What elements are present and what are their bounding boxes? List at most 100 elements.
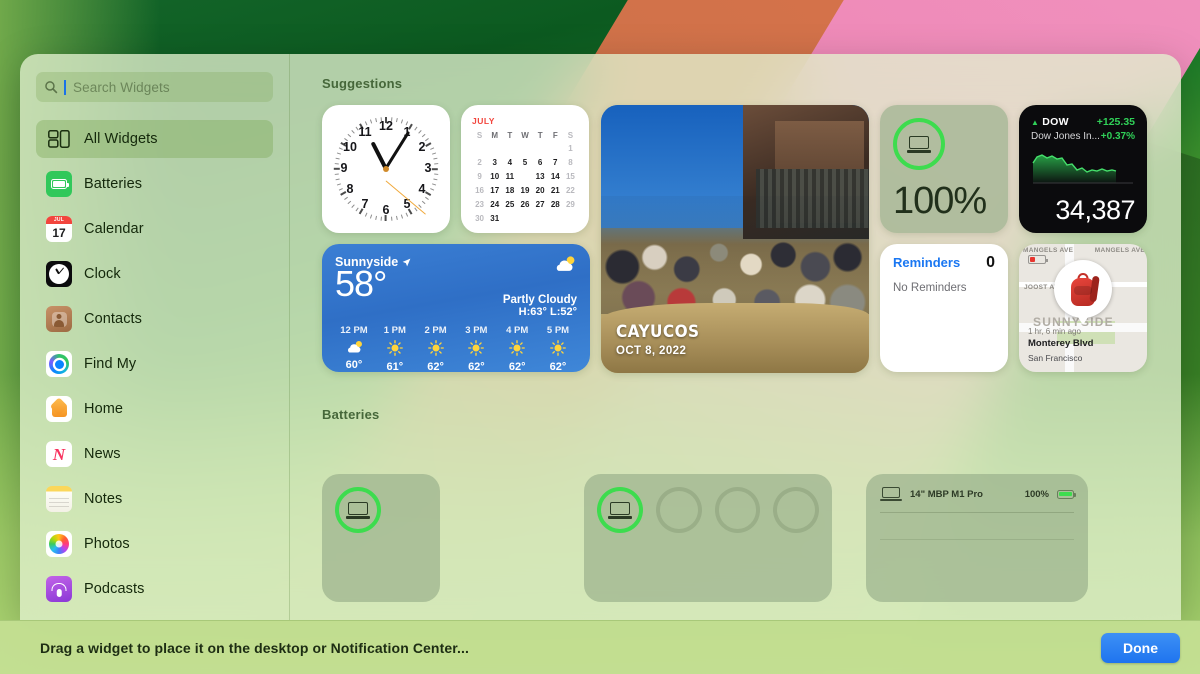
calendar-day-cell[interactable]: 30	[472, 213, 487, 224]
sidebar-item-find-my[interactable]: Find My	[36, 345, 273, 383]
weather-high-low: H:63° L:52°	[518, 306, 577, 318]
calendar-day-cell[interactable]: 20	[533, 185, 548, 196]
calendar-day-cell[interactable]: 17	[487, 185, 502, 196]
calendar-day-cell[interactable]: 28	[548, 199, 563, 210]
sunny-icon	[457, 340, 495, 358]
podcasts-app-icon	[46, 576, 72, 602]
calendar-day-cell[interactable]: 29	[563, 199, 578, 210]
weather-current-temp: 58°	[335, 263, 387, 304]
calendar-day-cell[interactable]: 9	[472, 171, 487, 182]
sidebar-item-label: Home	[84, 401, 124, 417]
map-location-pin	[1054, 260, 1112, 325]
calendar-day-cell[interactable]: 1	[563, 143, 578, 154]
battery-widget[interactable]: 100%	[880, 105, 1008, 233]
section-title-batteries: Batteries	[322, 407, 380, 422]
map-info-block: 1 hr, 6 min ago Monterey Blvd San Franci…	[1028, 327, 1138, 363]
calendar-day-cell[interactable]: 24	[487, 199, 502, 210]
photo-caption: CAYUCOS OCT 8, 2022	[616, 322, 709, 357]
stocks-widget[interactable]: ▲ DOW +125.35 Dow Jones In... +0.37% 34,…	[1019, 105, 1147, 233]
calendar-day-cell[interactable]: 26	[517, 199, 532, 210]
battery-widget-medium[interactable]	[584, 474, 832, 602]
battery-device-percent: 100%	[1024, 488, 1049, 500]
weather-hour-time: 3 PM	[465, 325, 488, 336]
maps-widget[interactable]: MANGELS AVE MANGELS AVE JOOST AVE SUNNYS…	[1019, 244, 1147, 372]
widget-content-area[interactable]: Suggestions 12 2 3 4 5 6 7 8 9 10 11 JUL…	[290, 54, 1181, 620]
calendar-day-cell[interactable]: 11	[502, 171, 517, 182]
weather-hour: 1 PM 61°	[376, 325, 414, 372]
sidebar-item-photos[interactable]: Photos	[36, 525, 273, 563]
weather-hour-temp: 61°	[386, 361, 404, 372]
calendar-day-cell[interactable]: 3	[487, 157, 502, 168]
battery-widget-small[interactable]	[322, 474, 440, 602]
calendar-day-cell[interactable]: 6	[533, 157, 548, 168]
calendar-day-cell[interactable]: 14	[548, 171, 563, 182]
calendar-day-cell[interactable]: 21	[548, 185, 563, 196]
photos-widget[interactable]: CAYUCOS OCT 8, 2022	[601, 105, 869, 373]
map-timestamp: 1 hr, 6 min ago	[1028, 327, 1081, 336]
calendar-day-cell[interactable]: 15	[563, 171, 578, 182]
stocks-symbol-label: DOW	[1042, 116, 1069, 128]
done-button[interactable]: Done	[1101, 632, 1180, 663]
reminders-widget[interactable]: Reminders 0 No Reminders	[880, 244, 1008, 372]
calendar-day-cell[interactable]: 31	[487, 213, 502, 224]
partly-cloudy-icon	[335, 340, 373, 356]
calendar-blank-cell	[472, 143, 487, 154]
stocks-name: Dow Jones In...	[1031, 131, 1100, 142]
sidebar-item-label: Contacts	[84, 311, 143, 327]
sidebar-item-clock[interactable]: Clock	[36, 255, 273, 293]
calendar-day-cell[interactable]: 10	[487, 171, 502, 182]
calendar-day-cell[interactable]: 16	[472, 185, 487, 196]
divider	[880, 512, 1074, 513]
calendar-day-cell[interactable]: 5	[517, 157, 532, 168]
calendar-weekday-header: M	[491, 131, 499, 140]
grid-column-3: 100% Reminders 0 No Reminders	[880, 105, 1008, 372]
clock-minute-hand	[384, 130, 411, 170]
sidebar-item-contacts[interactable]: Contacts	[36, 300, 273, 338]
calendar-widget[interactable]: JULY S M T W T F S 1 2 3 4 5 6 7 8 9 10 11 12 13 14 15 16 17 18 1…	[461, 105, 589, 233]
weather-hour-temp: 62°	[468, 361, 485, 372]
battery-widget-large[interactable]: 14" MBP M1 Pro 100%	[866, 474, 1088, 602]
sidebar-item-all-widgets[interactable]: All Widgets	[36, 120, 273, 158]
widget-sidebar: Search Widgets All Widgets Batteries JUL…	[20, 54, 290, 620]
all-widgets-icon	[46, 126, 72, 152]
search-widgets-field[interactable]: Search Widgets	[36, 72, 273, 102]
sidebar-item-batteries[interactable]: Batteries	[36, 165, 273, 203]
calendar-day-cell[interactable]: 27	[533, 199, 548, 210]
sidebar-item-calendar[interactable]: JUL 17 Calendar	[36, 210, 273, 248]
calendar-day-cell[interactable]: 18	[502, 185, 517, 196]
widget-gallery-panel: Search Widgets All Widgets Batteries JUL…	[20, 54, 1181, 620]
divider	[880, 539, 1074, 540]
sidebar-item-notes[interactable]: Notes	[36, 480, 273, 518]
battery-ring	[597, 487, 643, 533]
sidebar-item-label: Notes	[84, 491, 123, 507]
clock-number: 9	[340, 161, 348, 175]
calendar-day-cell[interactable]: 25	[502, 199, 517, 210]
sidebar-item-label: Calendar	[84, 221, 144, 237]
batteries-app-icon	[46, 171, 72, 197]
calendar-day-cell[interactable]: 13	[533, 171, 548, 182]
calendar-weekday-header: T	[507, 131, 513, 140]
weather-hour-temp: 60°	[345, 359, 363, 371]
calendar-day-cell[interactable]: 19	[517, 185, 532, 196]
calendar-icon-day: 17	[52, 226, 66, 240]
battery-device-row: 14" MBP M1 Pro 100%	[880, 487, 1076, 501]
stocks-change-percent: +0.37%	[1100, 131, 1135, 142]
weather-hour-temp: 62°	[549, 361, 567, 372]
sidebar-item-news[interactable]: N News	[36, 435, 273, 473]
calendar-day-cell[interactable]: 22	[563, 185, 578, 196]
calendar-weekday-header: T	[537, 131, 543, 140]
calendar-day-cell[interactable]: 7	[548, 157, 563, 168]
calendar-day-cell[interactable]: 2	[472, 157, 487, 168]
calendar-blank-cell	[533, 143, 548, 154]
sidebar-item-podcasts[interactable]: Podcasts	[36, 570, 273, 608]
sidebar-item-home[interactable]: Home	[36, 390, 273, 428]
calendar-day-cell[interactable]: 4	[502, 157, 517, 168]
grid-column-1: 12 1 2 3 4 5 6 7 8 9 10 11	[322, 105, 590, 372]
weather-widget[interactable]: Sunnyside 58° Partly Cloudy H:63° L:52° …	[322, 244, 590, 372]
location-arrow-icon	[402, 258, 411, 266]
clock-widget[interactable]: 12 1 2 3 4 5 6 7 8 9 10 11	[322, 105, 450, 233]
calendar-day-cell[interactable]: 23	[472, 199, 487, 210]
calendar-day-cell[interactable]: 8	[563, 157, 578, 168]
calendar-app-icon: JUL 17	[46, 216, 72, 242]
calendar-today-cell[interactable]: 12	[517, 170, 532, 183]
